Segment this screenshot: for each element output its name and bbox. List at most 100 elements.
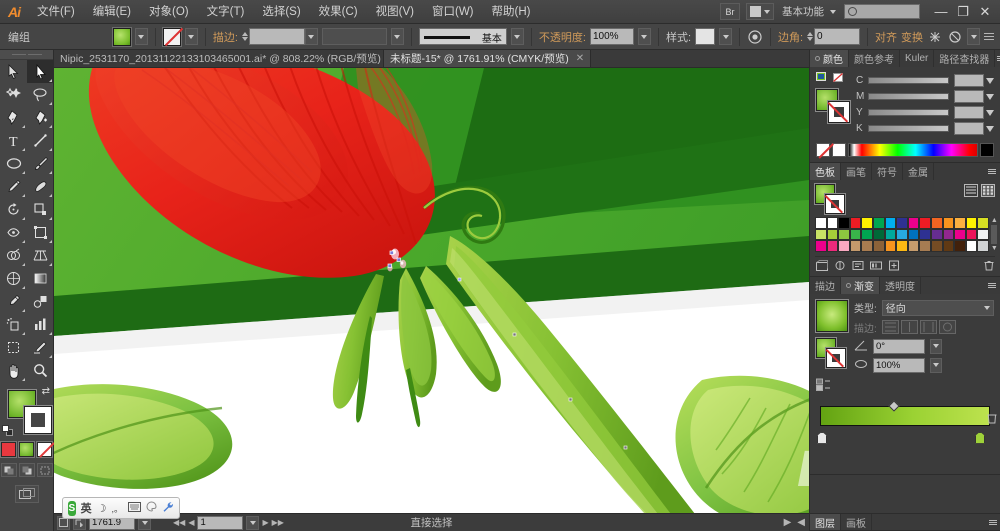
stroke-dropdown[interactable] <box>185 28 198 45</box>
swatch-cell[interactable] <box>815 229 827 241</box>
stroke-gradient-type-buttons[interactable] <box>882 320 956 334</box>
blob-brush-tool[interactable] <box>27 175 54 198</box>
swatch-cell[interactable] <box>966 217 978 229</box>
swatch-cell[interactable] <box>885 240 897 252</box>
reverse-gradient-icon[interactable] <box>816 378 848 395</box>
slider-track-y[interactable] <box>868 109 949 116</box>
screen-mode-button[interactable] <box>15 485 39 503</box>
paintbrush-tool[interactable] <box>27 152 54 175</box>
slider-y[interactable]: Y <box>856 106 994 119</box>
slider-value-m[interactable] <box>954 90 984 103</box>
gradient-mode-button[interactable] <box>19 442 34 457</box>
symbol-sprayer-tool[interactable] <box>0 313 27 336</box>
canvas-area[interactable]: ni iu /o <box>54 68 809 513</box>
skin-icon[interactable] <box>146 501 157 515</box>
swatch-cell[interactable] <box>896 217 908 229</box>
swatch-cell[interactable] <box>954 229 966 241</box>
control-bar-overflow-menu[interactable] <box>984 33 1000 40</box>
swatch-options-icon[interactable] <box>851 259 864 272</box>
swatch-cell[interactable] <box>919 229 931 241</box>
selection-tool[interactable] <box>0 60 27 83</box>
fill-indicator-icon[interactable] <box>816 72 829 87</box>
spectrum-none-swatch[interactable] <box>816 143 830 157</box>
tab-symbols[interactable]: 符号 <box>872 163 903 180</box>
grid-view-icon[interactable] <box>981 184 995 200</box>
menu-window[interactable]: 窗口(W) <box>423 0 483 24</box>
menu-file[interactable]: 文件(F) <box>28 0 84 24</box>
add-anchor-point-tool[interactable] <box>27 106 54 129</box>
recolor-artwork-icon[interactable] <box>947 29 963 45</box>
swatch-cell[interactable] <box>827 229 839 241</box>
gradient-stop-end[interactable] <box>975 432 985 444</box>
rotate-tool[interactable] <box>0 198 27 221</box>
tab-transparency[interactable]: 透明度 <box>880 277 921 294</box>
swatch-cell[interactable] <box>815 217 827 229</box>
style-dropdown[interactable] <box>719 28 732 45</box>
shape-builder-tool[interactable] <box>0 244 27 267</box>
swatch-cell[interactable] <box>943 217 955 229</box>
swatch-cell[interactable] <box>931 240 943 252</box>
none-mode-button[interactable] <box>37 442 52 457</box>
swatch-cell[interactable] <box>850 240 862 252</box>
slider-value-y[interactable] <box>954 106 984 119</box>
spectrum-black-swatch[interactable] <box>980 143 994 157</box>
mesh-tool[interactable] <box>0 267 27 290</box>
menu-effect[interactable]: 效果(C) <box>310 0 367 24</box>
opacity-dropdown[interactable] <box>638 28 651 45</box>
swatch-cell[interactable] <box>838 229 850 241</box>
type-tool[interactable]: T <box>0 129 27 152</box>
tab-gradient[interactable]: 渐变 <box>841 277 880 294</box>
swatch-cell[interactable] <box>838 217 850 229</box>
tab-layers[interactable]: 图层 <box>810 514 841 530</box>
pencil-tool[interactable] <box>0 175 27 198</box>
swatch-cell[interactable] <box>943 240 955 252</box>
swatch-cell[interactable] <box>896 229 908 241</box>
bridge-button[interactable]: Br <box>720 3 740 20</box>
stroke-weight-stepper[interactable] <box>242 32 248 41</box>
swap-fill-stroke-icon[interactable]: ⇄ <box>42 386 50 397</box>
swatch-cell[interactable] <box>919 217 931 229</box>
menu-type[interactable]: 文字(T) <box>198 0 254 24</box>
sogou-ime-bar[interactable]: S 英 ☽ ,。 <box>62 497 180 519</box>
tab-metal[interactable]: 金属 <box>903 163 934 180</box>
gradient-panel-menu-button[interactable] <box>986 277 1000 294</box>
wrench-icon[interactable] <box>162 501 174 516</box>
swatch-cell[interactable] <box>908 217 920 229</box>
gradient-angle-input[interactable]: 0° <box>873 339 925 354</box>
stroke-weight-input[interactable] <box>249 28 305 45</box>
draw-behind-button[interactable] <box>19 463 35 477</box>
brush-definition-preview[interactable]: 基本 <box>419 28 507 45</box>
stroke-color-swatch[interactable] <box>163 28 181 46</box>
color-spectrum-bar[interactable] <box>848 143 978 157</box>
swatch-cell[interactable] <box>861 229 873 241</box>
scale-tool[interactable] <box>27 198 54 221</box>
slider-thumb-k[interactable] <box>986 126 994 132</box>
gradient-preview-swatch[interactable] <box>816 300 848 332</box>
tab-artboards[interactable]: 画板 <box>841 514 872 530</box>
swatches-fill-stroke[interactable] <box>815 184 845 214</box>
slider-track-c[interactable] <box>868 77 949 84</box>
swatch-cell[interactable] <box>977 217 989 229</box>
column-graph-tool[interactable] <box>27 313 54 336</box>
ellipse-tool[interactable] <box>0 152 27 175</box>
stroke-weight-field[interactable] <box>242 28 318 45</box>
show-swatch-kinds-icon[interactable] <box>833 259 846 272</box>
swatches-panel-menu-button[interactable] <box>986 163 1000 180</box>
tab-pathfinder[interactable]: 路径查找器 <box>934 50 995 67</box>
ime-mode-label[interactable]: 英 <box>81 500 92 516</box>
perspective-grid-tool[interactable] <box>27 244 54 267</box>
close-button[interactable]: ✕ <box>974 2 996 22</box>
swatch-cell[interactable] <box>861 240 873 252</box>
swatch-cell[interactable] <box>931 217 943 229</box>
punctuation-icon[interactable]: ,。 <box>111 502 123 515</box>
delete-swatch-icon[interactable] <box>982 259 995 272</box>
align-label[interactable]: 对齐 <box>875 29 897 45</box>
fill-color-swatch[interactable] <box>113 28 131 46</box>
corner-radius-field[interactable]: 0 <box>807 28 860 45</box>
gradient-fill-stroke[interactable] <box>816 338 846 368</box>
swatch-cell[interactable] <box>885 217 897 229</box>
artwork-tulip-illustration[interactable] <box>54 68 809 513</box>
document-tab[interactable]: Nipic_2531170_20131122133103465001.ai* @… <box>54 50 384 67</box>
gradient-tool[interactable] <box>27 267 54 290</box>
swatch-cell[interactable] <box>908 229 920 241</box>
